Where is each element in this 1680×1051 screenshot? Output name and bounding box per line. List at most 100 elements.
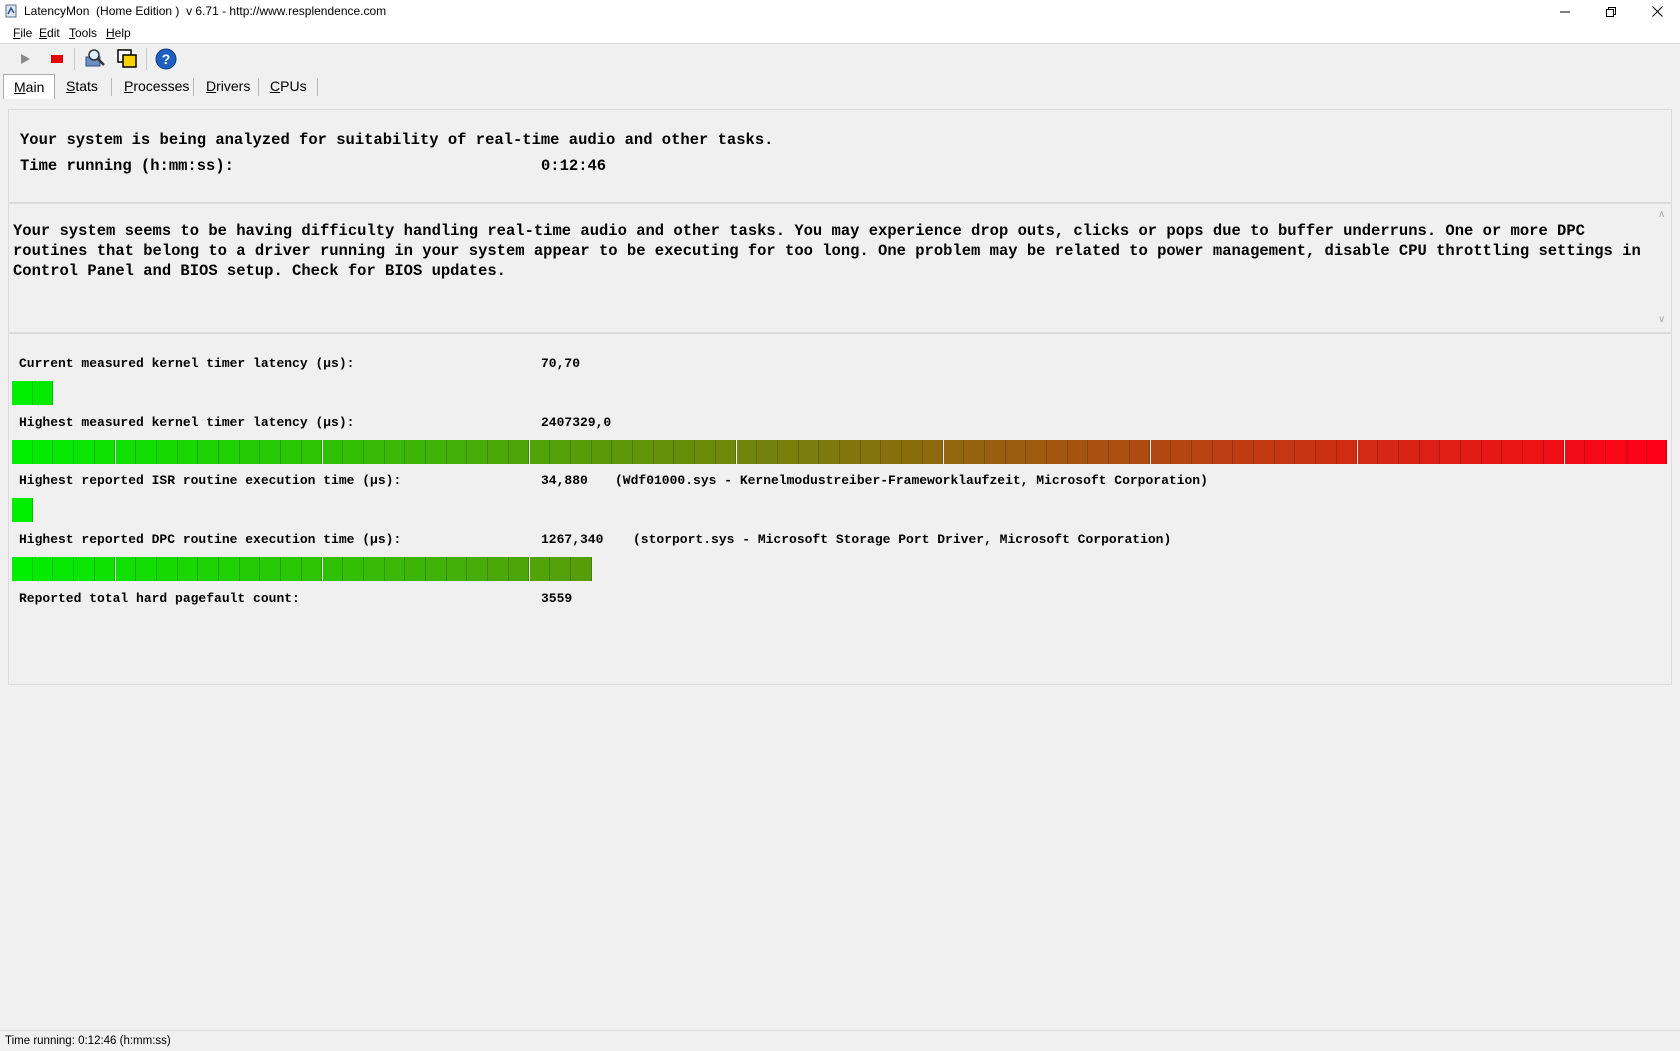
menu-tools[interactable]: Tools [69, 26, 97, 40]
tab-separator [317, 78, 318, 96]
hard-pagefault-value: 3559 [541, 591, 573, 606]
bar-segment [757, 440, 778, 464]
close-icon [1651, 6, 1663, 17]
bar-segment [1647, 440, 1667, 464]
bar-segment [281, 557, 302, 581]
bar-segment [53, 440, 75, 464]
driver-search-button[interactable] [83, 47, 107, 71]
scroll-down-icon[interactable]: ∨ [1658, 314, 1665, 325]
bar-segment [736, 440, 758, 464]
bar-segment [94, 440, 116, 464]
bar-segment [1150, 440, 1172, 464]
bar-segment [32, 557, 54, 581]
bar-segment [508, 440, 530, 464]
bar-segment [1047, 440, 1068, 464]
bar-segment [1295, 440, 1317, 464]
tab-drivers[interactable]: Drivers [196, 74, 260, 98]
bar-segment [984, 440, 1006, 464]
scroll-up-icon[interactable]: ∧ [1658, 209, 1665, 220]
toolbar-separator [146, 48, 147, 70]
help-icon: ? [155, 48, 177, 70]
conclusion-text: Your system seems to be having difficult… [13, 222, 1641, 280]
bar-segment [1440, 440, 1461, 464]
tab-processes[interactable]: Processes [114, 74, 199, 98]
restore-icon [1606, 6, 1616, 17]
bar-segment [1543, 440, 1565, 464]
current-kernel-latency-value: 70,70 [541, 356, 581, 371]
bar-segment [1378, 440, 1399, 464]
bar-segment [156, 557, 178, 581]
bar-segment [1171, 440, 1192, 464]
tab-separator [111, 78, 112, 96]
time-running-value: 0:12:46 [541, 157, 607, 175]
highest-isr-driver: (Wdf01000.sys - Kernelmodustreiber-Frame… [615, 473, 1208, 488]
bar-segment [508, 557, 530, 581]
tab-separator [193, 78, 194, 96]
highest-dpc-time-value: 1267,340 [541, 532, 604, 547]
tab-stats[interactable]: Stats [56, 74, 108, 98]
bar-segment [322, 440, 344, 464]
restore-button[interactable] [1588, 0, 1634, 23]
bar-segment [922, 440, 944, 464]
bar-segment [964, 440, 985, 464]
minimize-button[interactable] [1542, 0, 1588, 23]
bar-segment [405, 440, 426, 464]
stop-button[interactable] [45, 47, 69, 71]
time-running-label: Time running (h:mm:ss): [20, 157, 234, 175]
conclusion-scrollbar[interactable]: ∧ ∨ [1654, 204, 1671, 332]
highest-isr-time-bar [12, 496, 1667, 522]
bar-segment [94, 557, 116, 581]
windows-button[interactable] [115, 47, 139, 71]
toolbar-separator [74, 48, 75, 70]
bar-segment [53, 557, 75, 581]
bar-segment [363, 440, 385, 464]
start-button[interactable] [13, 47, 37, 71]
bar-segment [1585, 440, 1606, 464]
bar-segment [301, 440, 323, 464]
tab-separator [258, 78, 259, 96]
bar-segment [1419, 440, 1441, 464]
bar-segment [653, 440, 675, 464]
bar-segment [198, 557, 219, 581]
menu-file[interactable]: File [13, 26, 32, 40]
bar-segment [384, 440, 406, 464]
bar-segment [12, 440, 33, 464]
play-icon [21, 54, 30, 64]
bar-segment [74, 440, 95, 464]
bar-segment [260, 440, 282, 464]
bar-segment [32, 440, 54, 464]
bar-segment [177, 557, 199, 581]
bar-segment [1109, 440, 1130, 464]
highest-kernel-latency-value: 2407329,0 [541, 415, 612, 430]
windows-icon [117, 49, 137, 68]
bar-segment [1254, 440, 1275, 464]
bar-segment [612, 440, 633, 464]
bar-segment [219, 557, 240, 581]
bar-segment [301, 557, 323, 581]
bar-segment [1357, 440, 1379, 464]
bar-segment [467, 440, 489, 464]
menu-edit[interactable]: Edit [39, 26, 60, 40]
bar-segment [177, 440, 199, 464]
bar-segment [529, 557, 551, 581]
bar-segment [1523, 440, 1544, 464]
menu-help[interactable]: Help [106, 26, 131, 40]
highest-isr-time-label: Highest reported ISR routine execution t… [19, 473, 402, 488]
bar-segment [343, 440, 364, 464]
tab-main[interactable]: Main [3, 74, 56, 99]
driver-search-icon [85, 49, 105, 67]
bar-segment [819, 440, 840, 464]
bar-segment [1626, 440, 1648, 464]
help-button[interactable]: ? [154, 47, 178, 71]
bar-segment [1129, 440, 1151, 464]
highest-dpc-time-label: Highest reported DPC routine execution t… [19, 532, 402, 547]
bar-segment [943, 440, 965, 464]
highest-kernel-latency-bar [12, 438, 1667, 464]
tab-cpus[interactable]: CPUs [260, 74, 317, 98]
bar-segment [467, 557, 489, 581]
tab-bar: Main Stats Processes Drivers CPUs [0, 74, 1680, 100]
bar-segment [281, 440, 302, 464]
toolbar: ? [0, 44, 1680, 75]
close-button[interactable] [1634, 0, 1680, 23]
bar-segment [674, 440, 696, 464]
